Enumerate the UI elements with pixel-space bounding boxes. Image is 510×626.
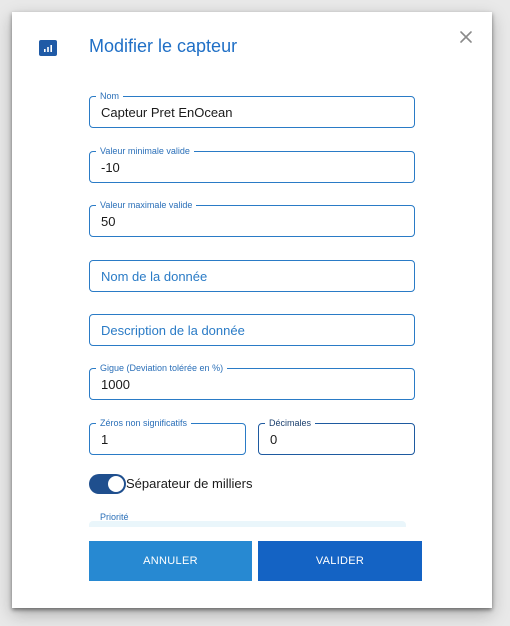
close-icon[interactable] (458, 29, 474, 45)
data-name-field[interactable]: Nom de la donnée (89, 260, 415, 292)
name-field-value: Capteur Pret EnOcean (101, 105, 233, 120)
thousands-separator-toggle[interactable] (89, 474, 126, 494)
toggle-knob (108, 476, 124, 492)
name-field[interactable]: Nom Capteur Pret EnOcean (89, 90, 415, 128)
chart-bar-icon (39, 40, 57, 56)
edit-sensor-dialog: Modifier le capteur Nom Capteur Pret EnO… (12, 12, 492, 608)
data-name-placeholder: Nom de la donnée (101, 269, 208, 284)
data-description-field[interactable]: Description de la donnée (89, 314, 415, 346)
max-value-label: Valeur maximale valide (96, 199, 197, 211)
max-value-value: 50 (101, 214, 116, 229)
jitter-field[interactable]: Gigue (Deviation tolérée en %) 1000 (89, 362, 415, 400)
cancel-button[interactable]: ANNULER (89, 541, 252, 581)
decimals-label: Décimales (265, 417, 316, 429)
leading-zeros-field[interactable]: Zéros non significatifs 1 (89, 417, 246, 455)
decimals-value: 0 (270, 432, 278, 447)
min-value-value: -10 (101, 160, 120, 175)
validate-button[interactable]: VALIDER (258, 541, 422, 581)
min-value-field[interactable]: Valeur minimale valide -10 (89, 145, 415, 183)
thousands-separator-label: Séparateur de milliers (126, 476, 253, 491)
name-field-label: Nom (96, 90, 124, 102)
priority-field[interactable] (89, 521, 406, 527)
leading-zeros-value: 1 (101, 432, 109, 447)
max-value-field[interactable]: Valeur maximale valide 50 (89, 199, 415, 237)
decimals-field[interactable]: Décimales 0 (258, 417, 415, 455)
data-description-placeholder: Description de la donnée (101, 323, 245, 338)
jitter-label: Gigue (Deviation tolérée en %) (96, 362, 228, 374)
dialog-title: Modifier le capteur (89, 36, 238, 56)
leading-zeros-label: Zéros non significatifs (96, 417, 192, 429)
min-value-label: Valeur minimale valide (96, 145, 194, 157)
jitter-value: 1000 (101, 377, 130, 392)
